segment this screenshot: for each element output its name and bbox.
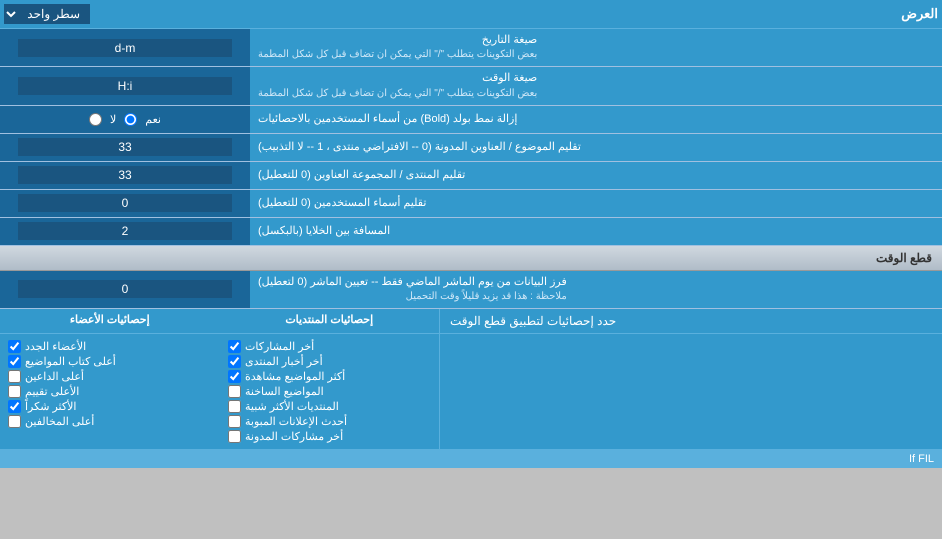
bottom-filter-row: If FIL — [0, 450, 942, 468]
page-title: العرض — [90, 6, 938, 22]
stats-col1-items: أخر المشاركات أخر أخبار المنتدى أكثر الم… — [220, 334, 440, 449]
bold-radio-no[interactable] — [89, 113, 102, 126]
user-align-label: تقليم أسماء المستخدمين (0 للتعطيل) — [250, 190, 942, 217]
time-cut-section-header: قطع الوقت — [0, 246, 942, 271]
stats-checkbox-13[interactable] — [8, 415, 21, 428]
stats-checkbox-9[interactable] — [8, 355, 21, 368]
stats-checkbox-10[interactable] — [8, 370, 21, 383]
bold-remove-input-cell: نعم لا — [0, 106, 250, 133]
user-align-row: تقليم أسماء المستخدمين (0 للتعطيل) — [0, 190, 942, 218]
time-cut-label: فرز البيانات من يوم الماشر الماضي فقط --… — [250, 271, 942, 308]
stats-checkbox-2[interactable] — [228, 355, 241, 368]
forum-align-label: تقليم المنتدى / المجموعة العناوين (0 للت… — [250, 162, 942, 189]
bold-remove-row: إزالة نمط بولد (Bold) من أسماء المستخدمي… — [0, 106, 942, 134]
bold-radio-group: نعم لا — [89, 113, 161, 126]
time-format-field[interactable] — [18, 77, 232, 95]
stats-checkbox-8[interactable] — [8, 340, 21, 353]
cell-spacing-input-cell — [0, 218, 250, 245]
cell-spacing-label: المسافة بين الخلايا (بالبكسل) — [250, 218, 942, 245]
forum-align-field[interactable] — [18, 166, 232, 184]
time-cut-input-cell — [0, 271, 250, 308]
date-format-input-cell — [0, 29, 250, 66]
time-cut-field[interactable] — [18, 280, 232, 298]
time-format-label: صيغة الوقت بعض التكوينات يتطلب "/" التي … — [250, 67, 942, 104]
bold-remove-label: إزالة نمط بولد (Bold) من أسماء المستخدمي… — [250, 106, 942, 133]
time-format-input-cell — [0, 67, 250, 104]
stats-checkbox-7[interactable] — [228, 430, 241, 443]
date-format-label: صيغة التاريخ بعض التكوينات يتطلب "/" الت… — [250, 29, 942, 66]
topic-align-label: تقليم الموضوع / العناوين المدونة (0 -- ا… — [250, 134, 942, 161]
forum-align-input-cell — [0, 162, 250, 189]
bold-radio-yes-label: نعم — [145, 113, 161, 126]
page-header-row: العرض سطر واحد سطران ثلاثة أسطر — [0, 0, 942, 29]
user-align-field[interactable] — [18, 194, 232, 212]
stats-checkbox-6[interactable] — [228, 415, 241, 428]
stats-checkbox-5[interactable] — [228, 400, 241, 413]
stats-col1-header: إحصائيات المنتديات — [220, 309, 441, 333]
cell-spacing-field[interactable] — [18, 222, 232, 240]
stats-item-8: الأعضاء الجدد — [8, 340, 212, 353]
date-format-row: صيغة التاريخ بعض التكوينات يتطلب "/" الت… — [0, 29, 942, 67]
stats-checkbox-4[interactable] — [228, 385, 241, 398]
stats-item-10: أعلى الداعين — [8, 370, 212, 383]
stats-item-5: المنتديات الأكثر شبية — [228, 400, 431, 413]
stats-item-11: الأعلى تقييم — [8, 385, 212, 398]
stats-col2-items: الأعضاء الجدد أعلى كتاب المواضيع أعلى ال… — [0, 334, 220, 449]
time-cut-row: فرز البيانات من يوم الماشر الماضي فقط --… — [0, 271, 942, 309]
stats-item-13: أعلى المخالفين — [8, 415, 212, 428]
cell-spacing-row: المسافة بين الخلايا (بالبكسل) — [0, 218, 942, 246]
line-select[interactable]: سطر واحد سطران ثلاثة أسطر — [4, 4, 90, 24]
stats-item-9: أعلى كتاب المواضيع — [8, 355, 212, 368]
stats-item-4: المواضيع الساخنة — [228, 385, 431, 398]
bottom-filter-text: If FIL — [909, 453, 934, 465]
bold-radio-yes[interactable] — [124, 113, 137, 126]
stats-item-2: أخر أخبار المنتدى — [228, 355, 431, 368]
stats-checkbox-12[interactable] — [8, 400, 21, 413]
date-format-field[interactable] — [18, 39, 232, 57]
bold-radio-no-label: لا — [110, 113, 116, 126]
stats-item-12: الأكثر شكراً — [8, 400, 212, 413]
stats-checkbox-11[interactable] — [8, 385, 21, 398]
stats-item-7: أخر مشاركات المدونة — [228, 430, 431, 443]
stats-checkbox-1[interactable] — [228, 340, 241, 353]
stats-item-3: أكثر المواضيع مشاهدة — [228, 370, 431, 383]
stats-apply-label: حدد إحصائيات لتطبيق قطع الوقت — [440, 309, 942, 333]
topic-align-field[interactable] — [18, 138, 232, 156]
forum-align-row: تقليم المنتدى / المجموعة العناوين (0 للت… — [0, 162, 942, 190]
stats-item-1: أخر المشاركات — [228, 340, 431, 353]
stats-checkbox-3[interactable] — [228, 370, 241, 383]
stats-item-6: أحدث الإعلانات المبوبة — [228, 415, 431, 428]
stats-col2-header: إحصائيات الأعضاء — [0, 309, 220, 333]
topic-align-row: تقليم الموضوع / العناوين المدونة (0 -- ا… — [0, 134, 942, 162]
user-align-input-cell — [0, 190, 250, 217]
topic-align-input-cell — [0, 134, 250, 161]
time-format-row: صيغة الوقت بعض التكوينات يتطلب "/" التي … — [0, 67, 942, 105]
